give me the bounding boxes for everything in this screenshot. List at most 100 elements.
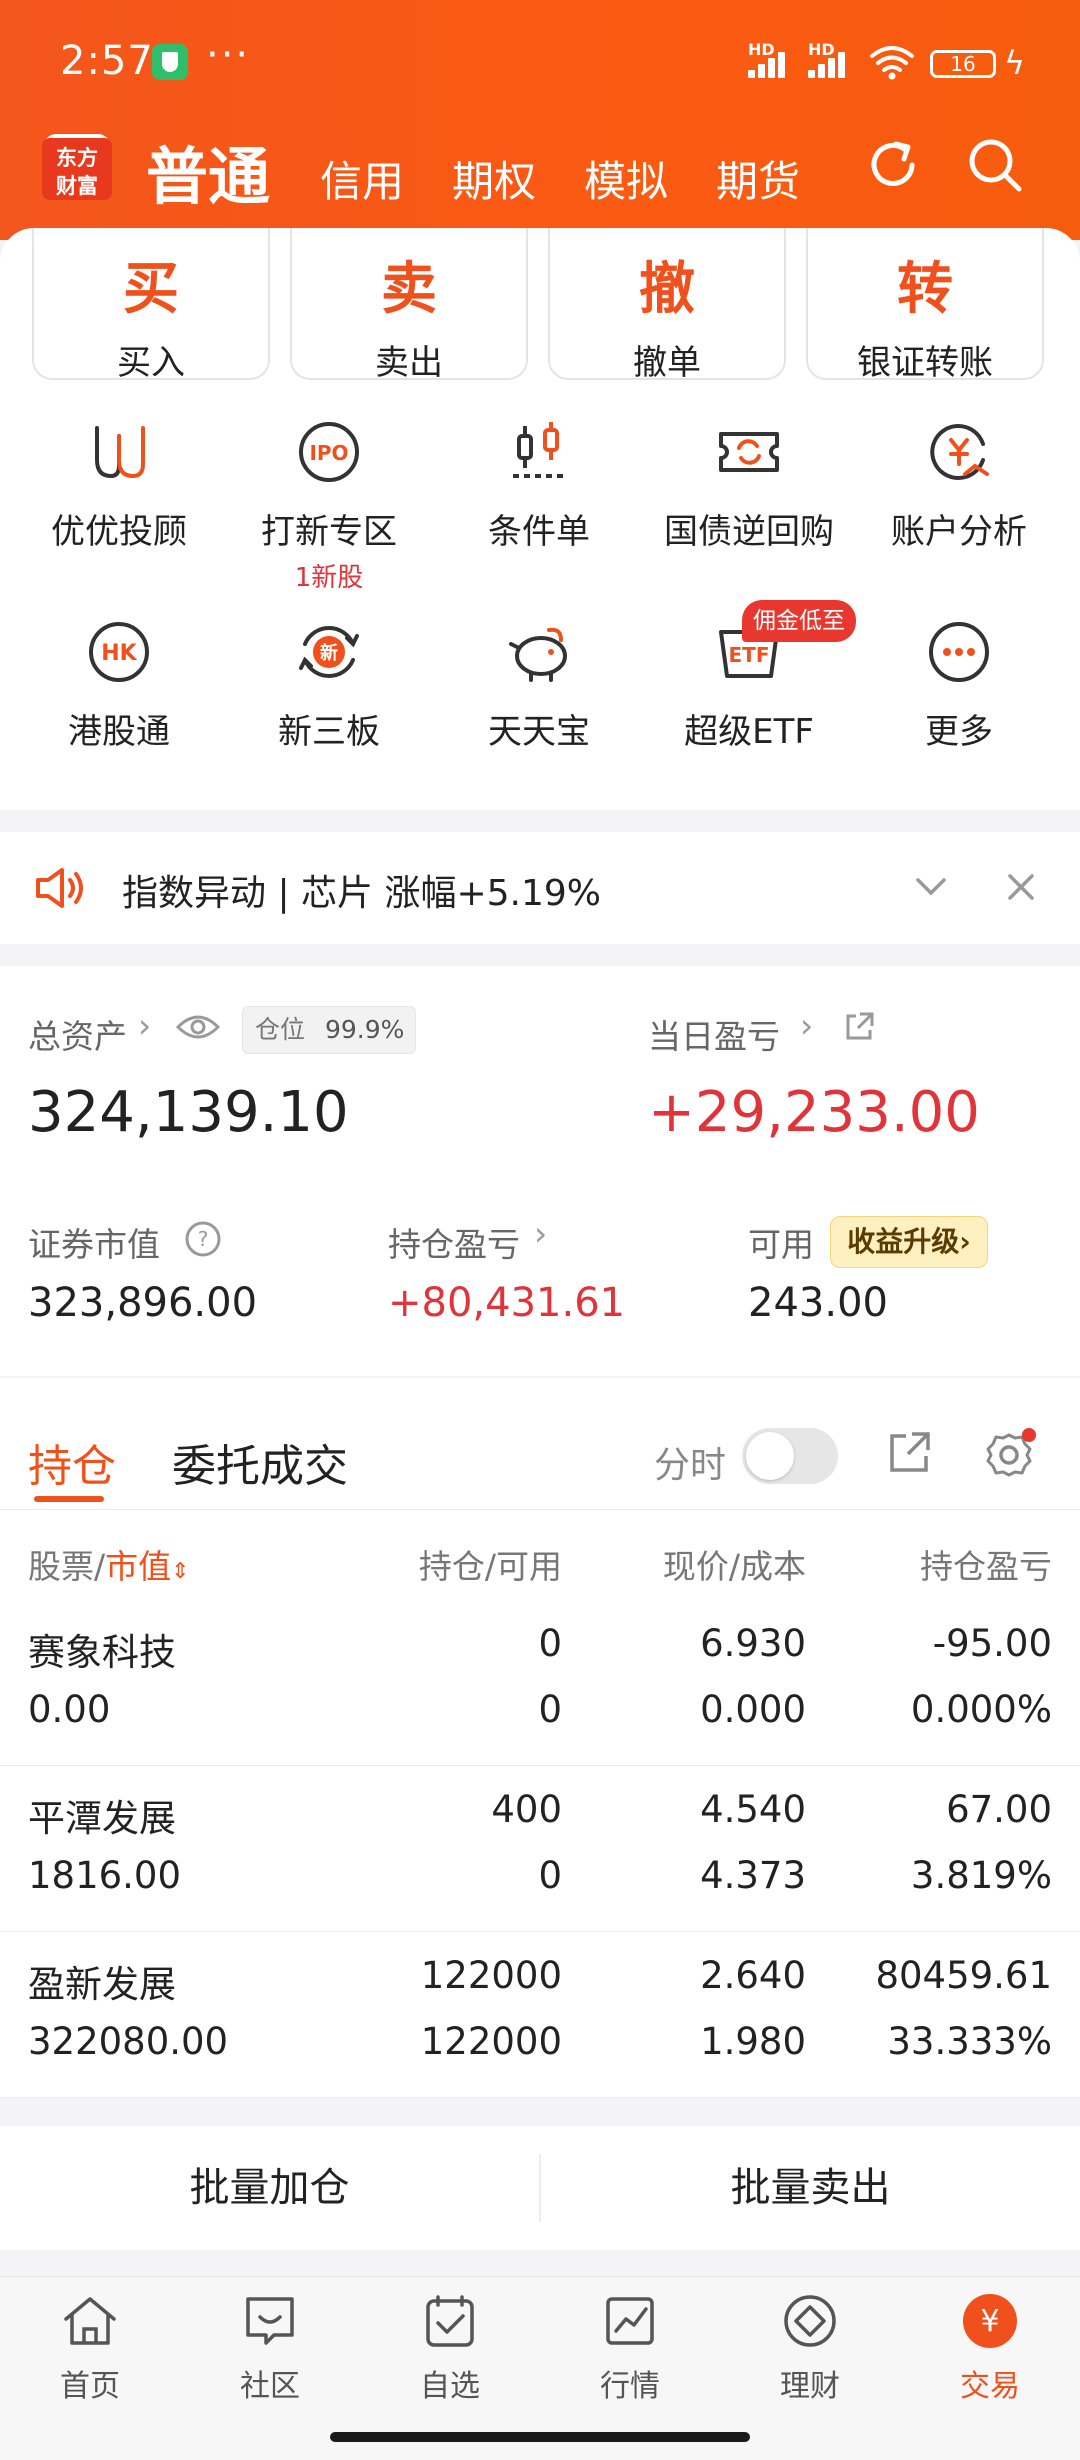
uu-advisor-icon: [95, 426, 145, 479]
share-external-icon[interactable]: [842, 1010, 876, 1044]
account-type-simulated[interactable]: 模拟: [584, 148, 668, 209]
cancel-order-button[interactable]: 撤 撤单: [548, 228, 786, 383]
signal-bars-2-icon: [808, 48, 852, 78]
nav-trade[interactable]: ¥ 交易: [900, 2291, 1080, 2405]
market-alert-text: 指数异动 | 芯片 涨幅+5.19%: [122, 873, 601, 914]
condition-order-icon: [513, 422, 565, 478]
eye-icon[interactable]: [176, 1012, 220, 1042]
piggy-bank-icon: [509, 627, 567, 682]
batch-actions: 批量加仓 批量卖出: [0, 2126, 1080, 2250]
chevron-right-icon-3: ›: [534, 1214, 548, 1253]
svg-text:IPO: IPO: [309, 441, 348, 465]
home-icon: [64, 2297, 116, 2345]
nav-market[interactable]: 行情: [540, 2291, 720, 2405]
bank-transfer-button[interactable]: 转 银证转账: [806, 228, 1044, 383]
chevron-right-icon-2: ›: [800, 1006, 814, 1045]
stock-name: 赛象科技: [28, 1631, 176, 1674]
account-type-futures[interactable]: 期货: [716, 148, 800, 209]
table-row[interactable]: 平潭发展 1816.00 400 0 4.540 4.373 67.00 3.8…: [0, 1766, 1080, 1932]
refresh-icon[interactable]: [862, 134, 924, 196]
gesture-home-bar[interactable]: [330, 2432, 750, 2442]
daily-pl-label[interactable]: 当日盈亏: [648, 1010, 780, 1058]
grid-label-piggy-bank: 天天宝: [488, 712, 590, 752]
sell-button[interactable]: 卖 卖出: [290, 228, 528, 383]
stock-pl-pct: 3.819%: [910, 1854, 1052, 1897]
nav-home[interactable]: 首页: [0, 2291, 180, 2405]
tab-holdings[interactable]: 持仓: [28, 1430, 116, 1502]
svg-text:新: 新: [320, 642, 338, 664]
stock-market-value: 1816.00: [28, 1854, 182, 1897]
available-label: 可用: [748, 1225, 814, 1264]
status-more-dots: ···: [206, 32, 251, 78]
stock-available: 0: [538, 1854, 562, 1897]
sell-glyph: 卖: [381, 257, 437, 322]
nav-market-label: 行情: [600, 2369, 660, 2404]
grid-item-ipo[interactable]: IPO 打新专区 1新股: [224, 418, 434, 594]
stock-name: 盈新发展: [28, 1963, 176, 2006]
holdings-panel: 持仓 委托成交 分时 股票/市值⇕ 持仓/可用 现价/成本 持仓盈亏 赛象科技 …: [0, 1378, 1080, 2098]
grid-item-more[interactable]: 更多: [854, 618, 1064, 753]
batch-add-button[interactable]: 批量加仓: [0, 2126, 539, 2250]
buy-glyph: 买: [123, 257, 179, 322]
stock-cost: 0.000: [700, 1688, 806, 1731]
stock-market-value: 322080.00: [28, 2020, 229, 2063]
status-bar: 2:57 ··· HD HD 16 ϟ: [0, 0, 1080, 120]
svg-text:ETF: ETF: [729, 643, 770, 667]
account-type-credit[interactable]: 信用: [320, 148, 404, 209]
market-alert-bar[interactable]: 指数异动 | 芯片 涨幅+5.19%: [0, 832, 1080, 944]
grid-item-reverse-repo[interactable]: 国债逆回购: [644, 418, 854, 553]
nav-watchlist-label: 自选: [420, 2369, 480, 2404]
nav-wealth[interactable]: 理财: [720, 2291, 900, 2405]
nav-home-label: 首页: [60, 2369, 120, 2404]
stock-market-value: 0.00: [28, 1688, 111, 1731]
account-analysis-icon: [930, 424, 989, 480]
stock-available: 0: [538, 1688, 562, 1731]
help-icon[interactable]: ?: [184, 1220, 222, 1258]
tab-orders[interactable]: 委托成交: [172, 1430, 348, 1494]
market-value: 323,896.00: [28, 1280, 258, 1326]
expand-external-icon[interactable]: [886, 1430, 932, 1476]
th-stock[interactable]: 股票/市值⇕: [28, 1540, 190, 1588]
more-icon: [929, 622, 989, 682]
grid-item-uu-advisor[interactable]: 优优投顾: [14, 418, 224, 553]
battery-icon: 16: [930, 50, 996, 78]
table-row[interactable]: 盈新发展 322080.00 122000 122000 2.640 1.980…: [0, 1932, 1080, 2098]
account-type-options[interactable]: 期权: [452, 148, 536, 209]
asset-summary: 总资产 › 仓位 99.9% 324,139.10 当日盈亏 › +29,233…: [0, 966, 1080, 1376]
grid-item-account-analysis[interactable]: 账户分析: [854, 418, 1064, 553]
total-assets-label[interactable]: 总资产: [28, 1010, 127, 1058]
search-icon[interactable]: [964, 134, 1026, 196]
grid-item-hk-connect[interactable]: HK 港股通: [14, 618, 224, 753]
chevron-down-icon[interactable]: [914, 874, 948, 900]
yield-upgrade-button[interactable]: 收益升级›: [830, 1216, 988, 1268]
grid-label-hk-connect: 港股通: [68, 712, 170, 752]
transfer-glyph: 转: [897, 257, 953, 322]
signal-bars-1-icon: [748, 48, 792, 78]
grid-item-condition-order[interactable]: 条件单: [434, 418, 644, 553]
grid-label-etf: 超级ETF: [684, 712, 814, 752]
sell-label: 卖出: [375, 343, 443, 383]
nav-community[interactable]: 社区: [180, 2291, 360, 2405]
wifi-icon: [870, 46, 914, 80]
app-logo: 东方 财富: [42, 134, 112, 200]
intraday-toggle[interactable]: [742, 1428, 838, 1484]
close-icon[interactable]: [1004, 870, 1038, 904]
nav-community-label: 社区: [240, 2369, 300, 2404]
holding-pl-label[interactable]: 持仓盈亏: [388, 1218, 520, 1266]
grid-item-piggy-bank[interactable]: 天天宝: [434, 618, 644, 753]
grid-item-neeq[interactable]: 新 新三板: [224, 618, 434, 753]
cancel-glyph: 撤: [639, 257, 695, 322]
grid-label-reverse-repo: 国债逆回购: [664, 512, 834, 552]
watchlist-icon: [426, 2295, 474, 2347]
position-ratio-chip: 仓位 99.9%: [242, 1006, 416, 1054]
batch-sell-button[interactable]: 批量卖出: [541, 2126, 1080, 2250]
buy-button[interactable]: 买 买入: [32, 228, 270, 383]
account-type-normal[interactable]: 普通: [146, 126, 270, 216]
nav-watchlist[interactable]: 自选: [360, 2291, 540, 2405]
charging-icon: ϟ: [1004, 44, 1026, 82]
stock-cost: 1.980: [700, 2020, 806, 2063]
neeq-icon: 新: [299, 626, 359, 678]
reverse-repo-icon: [719, 432, 779, 472]
available-value: 243.00: [748, 1280, 888, 1326]
table-row[interactable]: 赛象科技 0.00 0 0 6.930 0.000 -95.00 0.000%: [0, 1600, 1080, 1766]
